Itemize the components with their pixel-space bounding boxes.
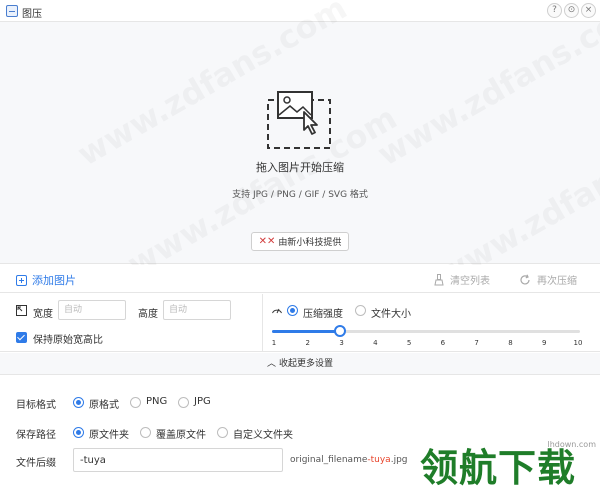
compression-slider[interactable] bbox=[272, 325, 580, 337]
title-bar: 图压 ? ⊙ × bbox=[0, 0, 600, 22]
slider-tick-label: 1 bbox=[271, 339, 277, 347]
slider-tick-label: 5 bbox=[406, 339, 412, 347]
recompress-button[interactable]: 再次压缩 bbox=[519, 272, 577, 287]
add-image-label: 添加图片 bbox=[32, 274, 76, 287]
path-original-folder-label: 原文件夹 bbox=[89, 430, 129, 441]
height-label: 高度 bbox=[138, 309, 158, 320]
watermark-text: www.zdfans.com bbox=[371, 0, 600, 173]
format-jpg-radio[interactable] bbox=[178, 397, 189, 408]
slider-tick-label: 3 bbox=[339, 339, 344, 347]
slider-tick-label: 2 bbox=[305, 339, 310, 347]
slider-tick-label: 7 bbox=[474, 339, 479, 347]
preview-base: original_filename bbox=[290, 455, 368, 465]
strength-mode-radio[interactable] bbox=[287, 305, 298, 316]
provider-logo-icon: ✕✕ bbox=[258, 236, 276, 247]
path-custom-folder-radio[interactable] bbox=[217, 427, 228, 438]
close-button[interactable]: × bbox=[581, 3, 596, 18]
slider-tick-label: 10 bbox=[573, 339, 583, 347]
help-button[interactable]: ? bbox=[547, 3, 562, 18]
filesize-mode-label: 文件大小 bbox=[371, 309, 411, 320]
slider-fill bbox=[272, 330, 341, 333]
format-original-radio[interactable] bbox=[73, 397, 84, 408]
window-title: 图压 bbox=[22, 9, 42, 20]
resize-icon bbox=[16, 305, 27, 316]
format-png-radio[interactable] bbox=[130, 397, 141, 408]
height-input[interactable] bbox=[163, 300, 231, 320]
slider-tick-label: 9 bbox=[541, 339, 547, 347]
image-drop-zone[interactable]: www.zdfans.com www.zdfans.com www.zdfans… bbox=[0, 22, 600, 264]
file-suffix-label: 文件后缀 bbox=[16, 458, 56, 469]
format-jpg-label: JPG bbox=[194, 396, 211, 407]
path-custom-folder-label: 自定义文件夹 bbox=[233, 430, 293, 441]
window-controls: ? ⊙ × bbox=[547, 3, 596, 18]
divider bbox=[262, 294, 263, 352]
preview-ext: .jpg bbox=[390, 455, 408, 465]
format-png-label: PNG bbox=[146, 396, 168, 407]
plus-icon bbox=[16, 274, 27, 286]
chevron-up-icon: ︿ bbox=[267, 359, 277, 369]
broom-icon bbox=[434, 273, 444, 285]
image-drop-icon bbox=[267, 91, 331, 149]
minimize-button[interactable]: ⊙ bbox=[564, 3, 579, 18]
path-overwrite-radio[interactable] bbox=[140, 427, 151, 438]
save-path-label: 保存路径 bbox=[16, 430, 56, 441]
site-logo-text: 领航下载 bbox=[420, 446, 577, 488]
strength-mode-label: 压缩强度 bbox=[303, 309, 343, 320]
recompress-label: 再次压缩 bbox=[537, 276, 577, 287]
provider-label: 由新小科技提供 bbox=[278, 238, 342, 248]
path-overwrite-label: 覆盖原文件 bbox=[156, 430, 206, 441]
supported-formats-text: 支持 JPG / PNG / GIF / SVG 格式 bbox=[232, 190, 368, 200]
slider-tick-label: 8 bbox=[508, 339, 513, 347]
keep-ratio-label: 保持原始宽高比 bbox=[33, 335, 103, 346]
preview-suffix: -tuya bbox=[367, 455, 391, 465]
collapse-label: 收起更多设置 bbox=[278, 359, 333, 369]
slider-tick-label: 4 bbox=[373, 339, 378, 347]
width-label: 宽度 bbox=[33, 309, 53, 320]
slider-tick-label: 6 bbox=[440, 339, 446, 347]
file-suffix-input[interactable] bbox=[73, 448, 283, 472]
clear-list-button[interactable]: 清空列表 bbox=[434, 272, 490, 287]
filename-preview: original_filename-tuya.jpg bbox=[290, 455, 408, 465]
clear-list-label: 清空列表 bbox=[450, 276, 490, 287]
filesize-mode-radio[interactable] bbox=[355, 305, 366, 316]
target-format-label: 目标格式 bbox=[16, 400, 56, 411]
add-image-button[interactable]: 添加图片 bbox=[16, 272, 76, 288]
toolbar: 添加图片 清空列表 再次压缩 bbox=[0, 265, 600, 293]
site-watermark-logo: lhdown.com 领航下载 bbox=[418, 440, 600, 488]
refresh-icon bbox=[520, 274, 530, 284]
gauge-icon bbox=[272, 308, 282, 314]
provider-button[interactable]: ✕✕ 由新小科技提供 bbox=[251, 232, 349, 251]
width-input[interactable] bbox=[58, 300, 126, 320]
collapse-settings-bar[interactable]: ︿ 收起更多设置 bbox=[0, 353, 600, 375]
keep-ratio-checkbox[interactable] bbox=[16, 332, 27, 343]
format-original-label: 原格式 bbox=[89, 400, 119, 411]
app-logo-icon bbox=[6, 5, 18, 17]
drop-title: 拖入图片开始压缩 bbox=[256, 161, 344, 174]
path-original-folder-radio[interactable] bbox=[73, 427, 84, 438]
